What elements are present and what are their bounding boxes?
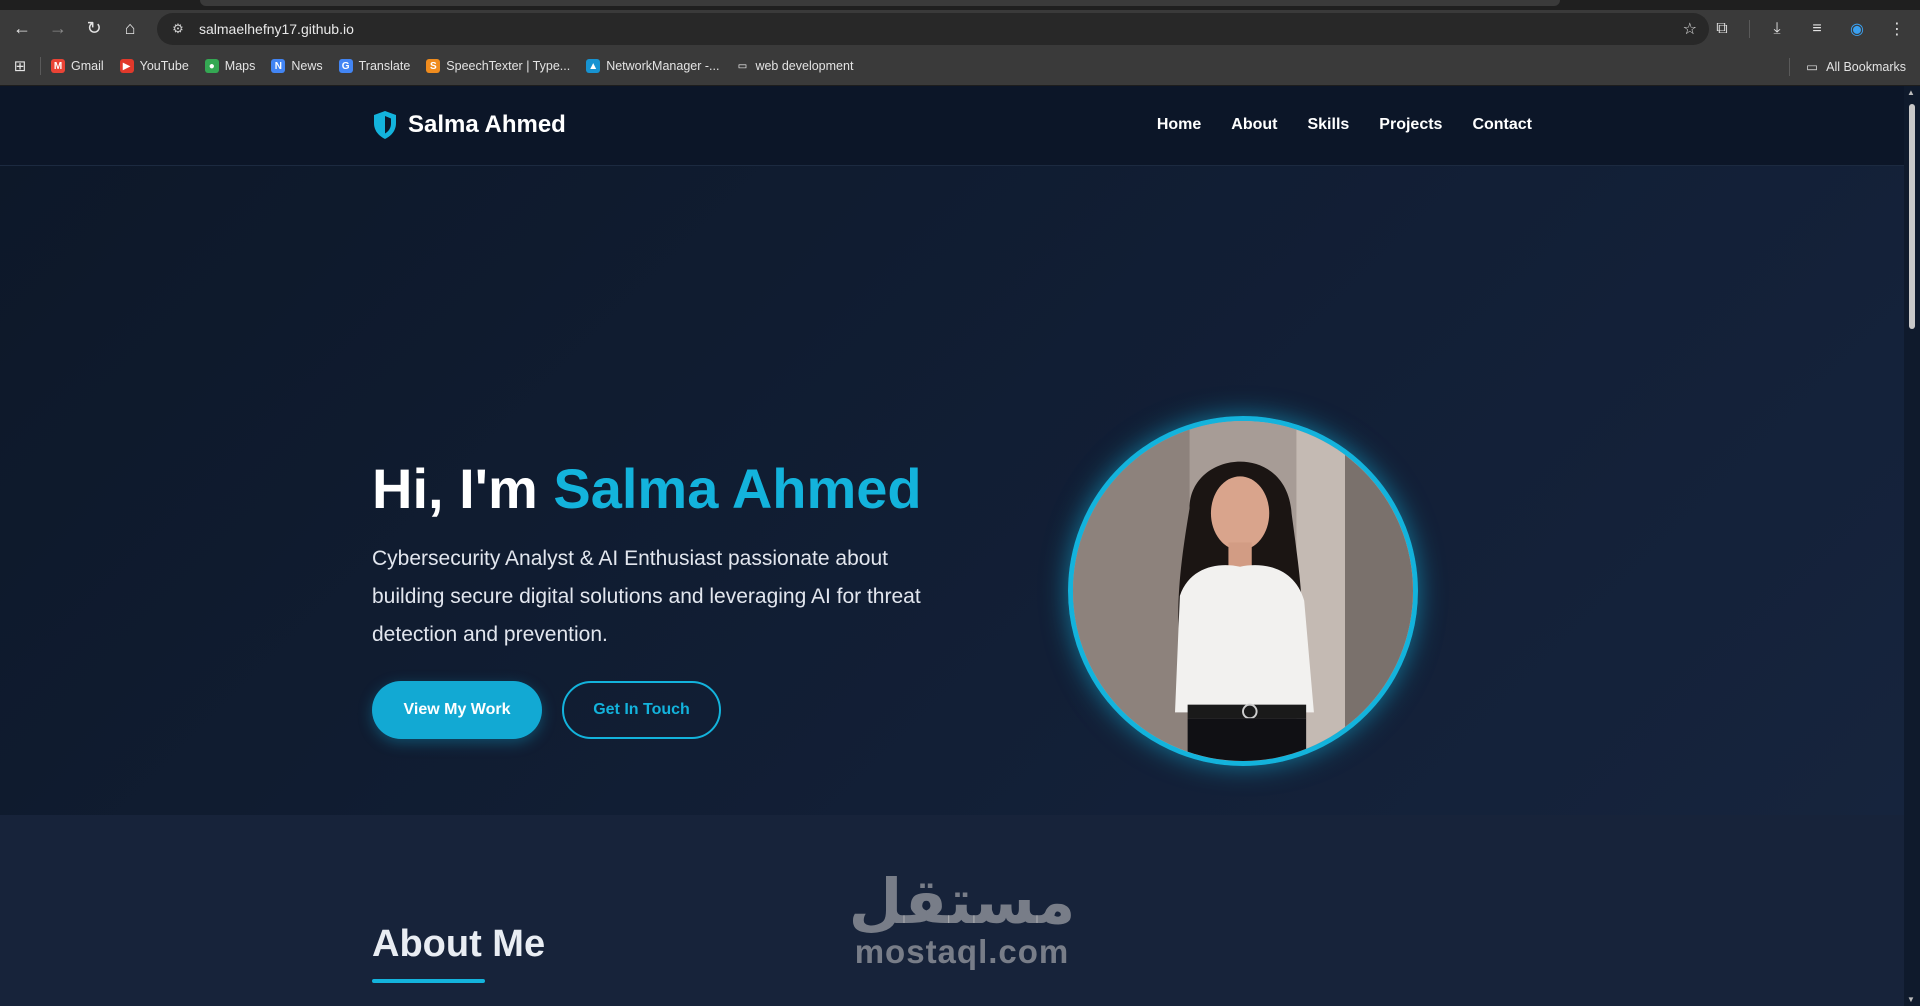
folder-icon: ▭ [735,59,750,73]
bookmark-item[interactable]: ▶ YouTube [119,59,189,73]
folder-icon: ▭ [1806,60,1819,74]
bookmarks-separator [1789,58,1790,76]
hero-title: Hi, I'm Salma Ahmed [372,456,922,521]
hero-greeting: Hi, I'm [372,457,554,520]
hero-description: Cybersecurity Analyst & AI Enthusiast pa… [372,547,921,646]
home-icon[interactable]: ⌂ [112,11,148,47]
bookmark-label: News [291,59,323,73]
browser-toolbar: ← → ↻ ⌂ ⚙ salmaelhefny17.github.io ☆ ⧉ ⤓… [0,10,1920,47]
star-icon[interactable]: ☆ [1683,19,1697,39]
menu-icon[interactable]: ⋮ [1880,11,1914,47]
nav-about[interactable]: About [1231,116,1277,134]
all-bookmarks-label: All Bookmarks [1826,59,1906,74]
bookmark-label: YouTube [139,59,189,73]
reading-list-icon[interactable]: ≡ [1800,11,1834,47]
view-my-work-button[interactable]: View My Work [372,681,542,739]
main-nav: Home About Skills Projects Contact [1157,116,1532,134]
shield-icon [374,111,396,139]
about-title-underline [372,979,485,983]
bookmark-item[interactable]: N News [271,59,323,73]
extensions-icon[interactable]: ⧉ [1705,11,1739,47]
address-bar[interactable]: ⚙ salmaelhefny17.github.io ☆ [157,13,1709,45]
watermark-arabic: مستقل [848,865,1076,938]
youtube-icon: ▶ [119,59,134,73]
tab-strip [0,0,1920,10]
copilot-icon[interactable]: ◉ [1840,11,1874,47]
url-text[interactable]: salmaelhefny17.github.io [199,21,354,37]
brand-logo[interactable]: Salma Ahmed [372,110,566,140]
about-title: About Me [372,923,546,965]
bookmark-label: web development [755,59,854,73]
forward-icon[interactable]: → [40,11,76,47]
hero-section: Hi, I'm Salma Ahmed Cybersecurity Analys… [0,166,1904,815]
bookmark-label: Gmail [71,59,104,73]
profile-photo [1068,416,1418,766]
maps-icon: ● [204,59,219,73]
hero-name: Salma Ahmed [553,457,922,520]
networkmanager-icon: ▲ [586,59,601,73]
reload-icon[interactable]: ↻ [76,11,112,47]
bookmark-item[interactable]: S SpeechTexter | Type... [426,59,570,73]
news-icon: N [271,59,286,73]
toolbar-separator [1749,19,1750,38]
bookmarks-separator [40,57,41,75]
bookmark-item[interactable]: M Gmail [51,59,104,73]
brand-name: Salma Ahmed [408,111,566,138]
scrollbar-thumb[interactable] [1909,104,1915,329]
speechtexter-icon: S [426,59,441,73]
nav-skills[interactable]: Skills [1307,116,1349,134]
page-scrollbar[interactable]: ▲ ▼ [1904,86,1920,1006]
bookmark-label: NetworkManager -... [606,59,720,73]
bookmark-label: Translate [358,59,411,73]
scroll-up-icon[interactable]: ▲ [1907,88,1915,97]
get-in-touch-button[interactable]: Get In Touch [562,681,721,739]
bookmark-list: M Gmail ▶ YouTube ● Maps N News G Translate S Speec… [51,59,869,73]
portrait-illustration [1073,421,1413,761]
scroll-down-icon[interactable]: ▼ [1907,995,1915,1004]
nav-projects[interactable]: Projects [1379,116,1442,134]
bookmark-label: SpeechTexter | Type... [446,59,571,73]
site-settings-icon[interactable]: ⚙ [163,21,193,37]
download-icon[interactable]: ⤓ [1760,11,1794,47]
bookmark-label: Maps [224,59,256,73]
toolbar-actions: ⧉ ⤓ ≡ ◉ ⋮ [1705,10,1914,47]
nav-contact[interactable]: Contact [1472,116,1532,134]
mostaql-watermark: مستقل mostaql.com [842,870,1082,970]
bookmarks-bar: ⊞ M Gmail ▶ YouTube ● Maps N News G Translate S Spe… [0,47,1920,86]
back-icon[interactable]: ← [4,11,40,47]
bookmark-item[interactable]: ▭ web development [735,59,853,73]
gmail-icon: M [51,59,65,73]
site-header: Salma Ahmed Home About Skills Projects C… [0,86,1904,166]
bookmark-item[interactable]: ▲ NetworkManager -... [586,59,719,73]
apps-icon[interactable]: ⊞ [0,57,40,75]
bookmark-item[interactable]: ● Maps [204,59,256,73]
bookmark-item[interactable]: G Translate [338,59,411,73]
nav-home[interactable]: Home [1157,116,1201,134]
active-tab[interactable] [200,0,1560,6]
translate-icon: G [338,59,353,73]
watermark-latin: mostaql.com [854,933,1070,970]
all-bookmarks-button[interactable]: ▭ All Bookmarks [1806,47,1906,86]
